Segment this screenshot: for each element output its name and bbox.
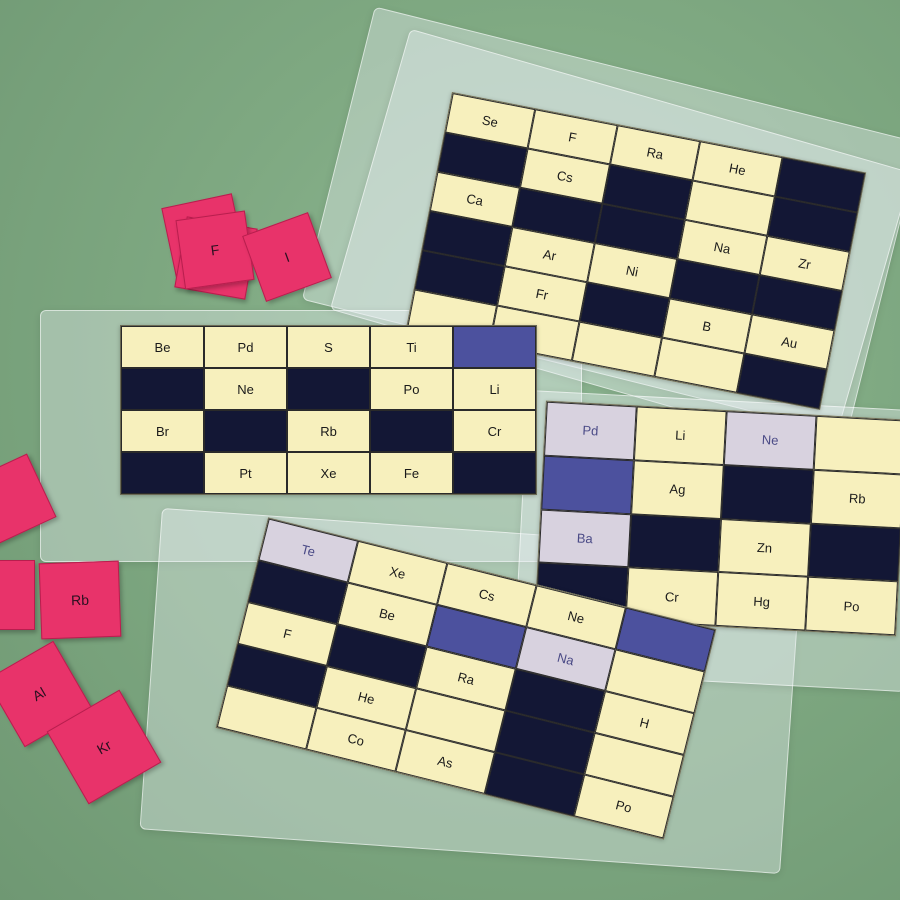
dark-cell: [453, 452, 536, 494]
cell: Pd: [204, 326, 287, 368]
cell: Br: [121, 410, 204, 452]
cell: Zn: [718, 518, 811, 577]
chip-f[interactable]: F: [175, 210, 255, 290]
cell: [813, 415, 900, 475]
cell: Xe: [287, 452, 370, 494]
cell: Po: [805, 576, 898, 636]
cell: Ne: [204, 368, 287, 410]
cell: S: [287, 326, 370, 368]
cell: Ne: [723, 411, 817, 470]
cell: Li: [453, 368, 536, 410]
cell: Li: [633, 406, 727, 465]
dark-cell: [121, 368, 204, 410]
dark-cell: [721, 464, 814, 524]
chip-rb[interactable]: Rb: [38, 560, 122, 640]
dark-cell: [204, 410, 287, 452]
cell: Rb: [287, 410, 370, 452]
dark-cell: [370, 410, 453, 452]
cell: Ba: [538, 509, 632, 568]
dark-cell: [808, 523, 900, 582]
bingo-card-left[interactable]: Be Pd S Ti Ne Po Li Br Rb Cr Pt Xe Fe: [120, 325, 537, 495]
cell: Hg: [715, 572, 809, 631]
cell: Ti: [370, 326, 453, 368]
cell: Pt: [204, 452, 287, 494]
cell: Rb: [810, 469, 900, 528]
cell: Fe: [370, 452, 453, 494]
cell: Ag: [631, 460, 724, 519]
dark-cell: [121, 452, 204, 494]
chip-edge-mid[interactable]: [0, 560, 35, 630]
cell: Cr: [453, 410, 536, 452]
cell: Po: [370, 368, 453, 410]
dark-cell: [628, 513, 721, 573]
cell: Be: [121, 326, 204, 368]
dark-cell: [287, 368, 370, 410]
dark-cell: [453, 326, 536, 368]
cell: Pd: [544, 401, 637, 461]
dark-cell: [541, 455, 634, 514]
